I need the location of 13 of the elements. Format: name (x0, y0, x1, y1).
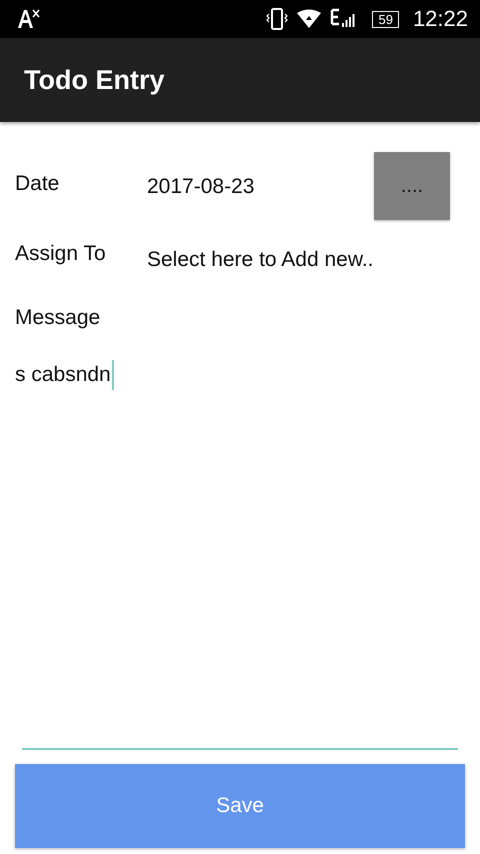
battery-level: 59 (372, 10, 399, 28)
notification-icon (16, 8, 40, 30)
field-label: Assign To (15, 242, 107, 266)
clock-time: 12:22 (412, 6, 468, 32)
field-label: Date (15, 171, 60, 196)
vibrate-icon (266, 7, 288, 31)
assignee-dropdown[interactable]: Select here to Add new.. (147, 242, 374, 272)
date-picker-button[interactable]: .... (374, 152, 450, 220)
signal-icon (330, 8, 356, 30)
date-value: 2017-08-23 (147, 174, 256, 199)
field-label: Message (15, 306, 102, 330)
wifi-icon (296, 9, 322, 29)
screen-title: Todo Entry (24, 64, 164, 96)
